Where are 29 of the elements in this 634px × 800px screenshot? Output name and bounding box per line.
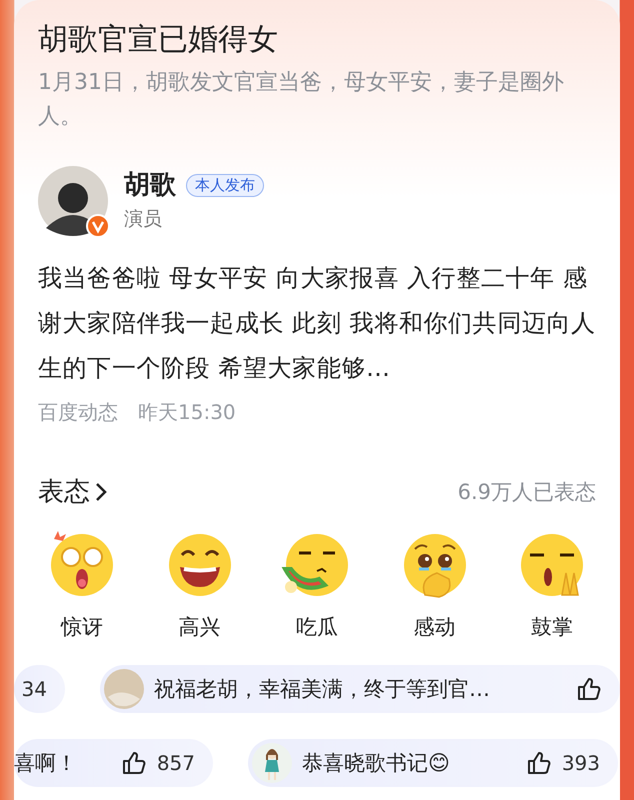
comment-bubble[interactable]: 喜啊！ 857 bbox=[14, 739, 213, 787]
avatar-photo-placeholder bbox=[104, 669, 144, 709]
comment-bubble[interactable]: 34 bbox=[14, 665, 65, 713]
headline-title[interactable]: 胡歌官宣已婚得女 bbox=[38, 18, 596, 62]
reaction-label[interactable]: 鼓掌 bbox=[531, 613, 573, 641]
author-name[interactable]: 胡歌 bbox=[124, 168, 176, 202]
headline-summary: 1月31日，胡歌发文官宣当爸，母女平安，妻子是圈外人。 bbox=[38, 69, 565, 131]
comment-bubble[interactable]: 祝福老胡，幸福美满，终于等到官… bbox=[100, 665, 620, 713]
thumbs-up-icon bbox=[120, 750, 147, 776]
like-count: 393 bbox=[562, 751, 600, 775]
chevron-right-icon bbox=[94, 480, 108, 502]
reaction-label[interactable]: 惊讶 bbox=[61, 613, 103, 641]
reactions-count: 6.9万人已表态 bbox=[458, 478, 596, 506]
post-time: 昨天15:30 bbox=[138, 399, 236, 426]
post-source: 百度动态 bbox=[38, 399, 118, 426]
reaction-label[interactable]: 感动 bbox=[414, 613, 456, 641]
post-text[interactable]: 我当爸爸啦 母女平安 向大家报喜 入行整二十年 感谢大家陪伴我一起成长 此刻 我将和你们共同迈向人生的下一个阶段 希望大家能够… bbox=[38, 256, 600, 391]
thumbs-up-icon bbox=[526, 750, 552, 776]
like-count: 857 bbox=[156, 751, 195, 775]
author-badge: 本人发布 bbox=[186, 174, 264, 196]
like-count: 34 bbox=[22, 677, 47, 701]
author-role: 演员 bbox=[124, 207, 163, 232]
comment-bubble[interactable]: 恭喜晓歌书记😊 393 bbox=[248, 739, 618, 787]
avatar-silhouette bbox=[38, 166, 108, 236]
thumbs-up-icon bbox=[576, 676, 602, 702]
girl-avatar-icon bbox=[252, 743, 292, 783]
reactions-title[interactable]: 表态 bbox=[38, 474, 90, 509]
reaction-label[interactable]: 吃瓜 bbox=[296, 613, 338, 641]
reaction-label[interactable]: 高兴 bbox=[178, 613, 220, 641]
